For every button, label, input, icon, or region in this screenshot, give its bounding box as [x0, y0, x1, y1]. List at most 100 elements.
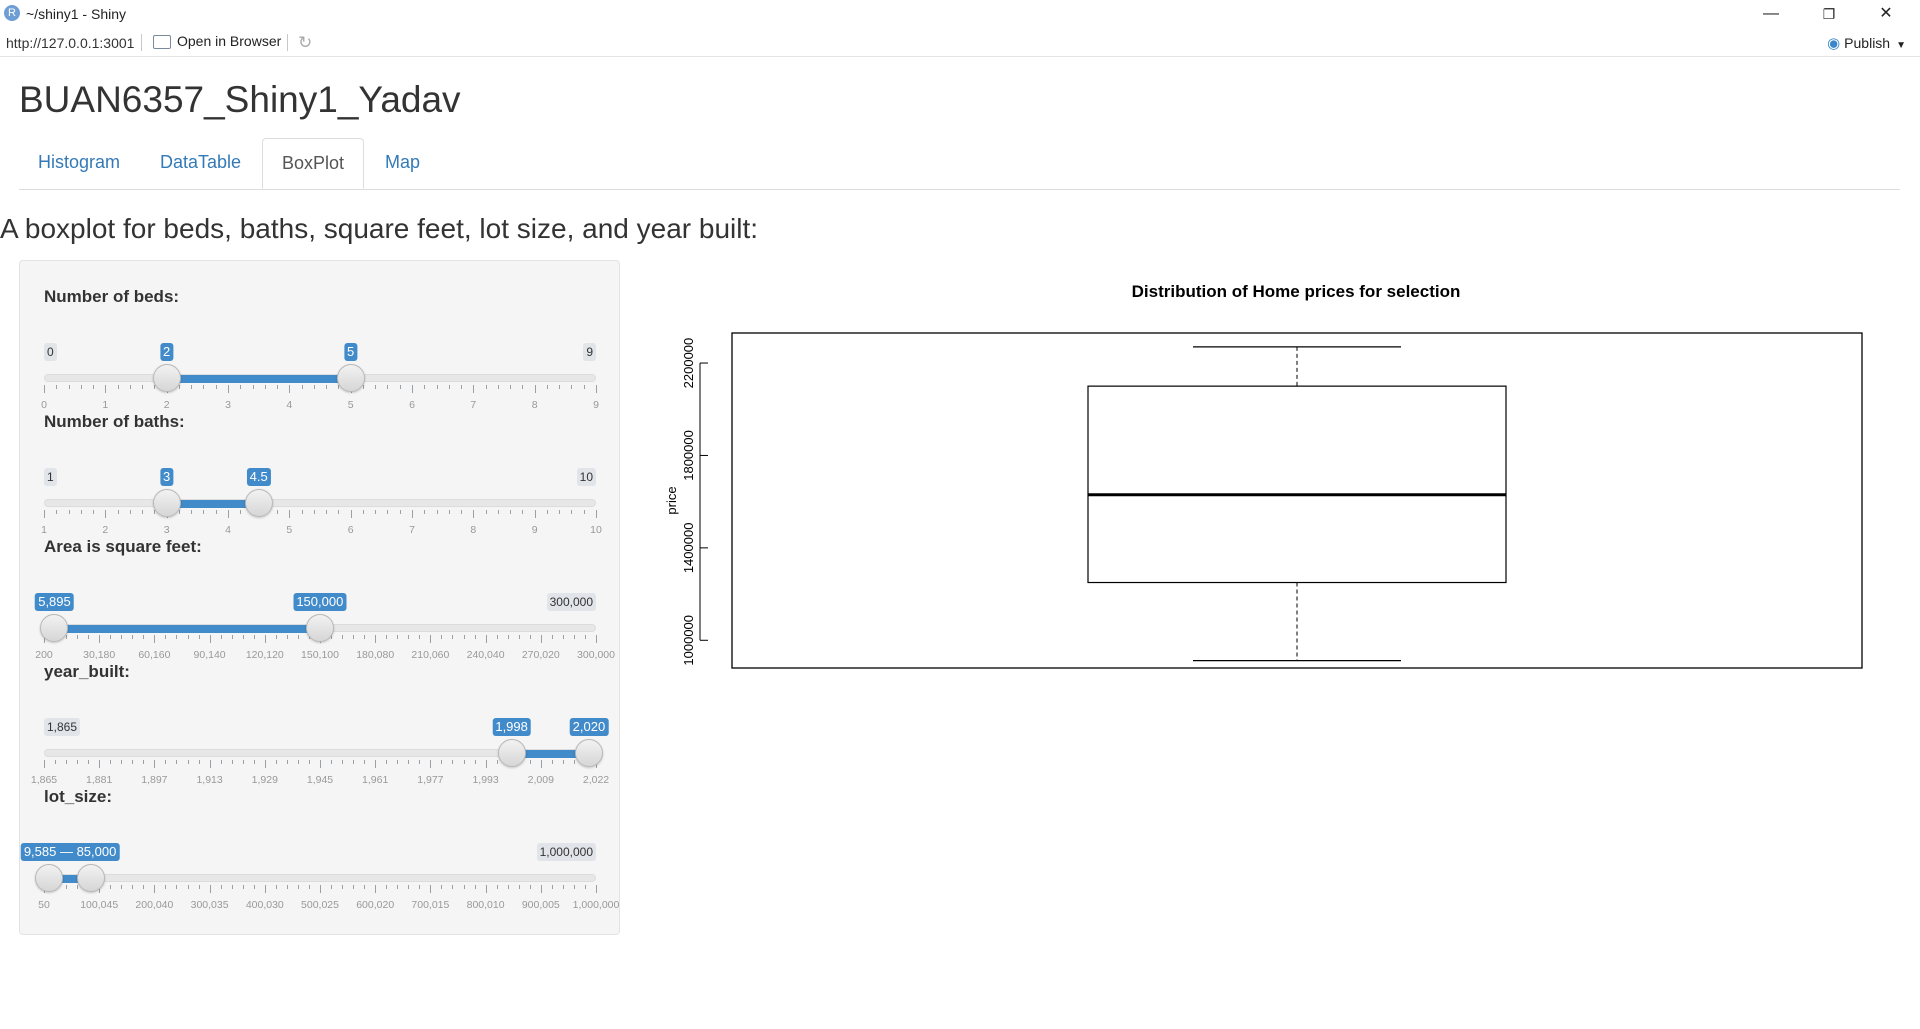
slider-minor-tick [215, 510, 217, 514]
slider-to-handle[interactable] [305, 614, 334, 642]
slider-selected-range [166, 375, 351, 383]
slider-minor-tick [187, 885, 189, 889]
slider-tick-label: 3 [163, 524, 170, 536]
section-heading: A boxplot for beds, baths, square feet, … [0, 213, 759, 244]
open-in-browser-label: Open in Browser [177, 33, 282, 49]
y-axis-label: price [664, 486, 679, 514]
slider-track[interactable] [44, 874, 596, 882]
slider-to-label: 4.5 [246, 468, 271, 486]
slider-tick [412, 385, 413, 393]
slider-tick-label: 4 [225, 524, 231, 536]
slider-tick [228, 385, 229, 393]
slider-tick-label: 900,005 [521, 899, 560, 911]
slider-tick-label: 1 [41, 524, 47, 536]
slider-minor-tick [497, 510, 499, 514]
slider-minor-tick [240, 510, 242, 514]
slider-from-handle[interactable] [35, 864, 64, 892]
slider-minor-tick [452, 885, 454, 889]
slider-tick-label: 90,140 [193, 649, 226, 661]
slider-tick-label: 2,009 [527, 774, 554, 786]
slider-minor-tick [529, 635, 531, 639]
slider-minor-tick [474, 760, 476, 764]
slider-minor-tick [507, 635, 509, 639]
minimize-button[interactable]: — [1748, 0, 1794, 28]
publish-button[interactable]: ◉ Publish ▼ [1827, 34, 1906, 52]
slider-lot-size: lot_size: 50 100,045 200,040 300,035 400,030 5… [20, 787, 619, 911]
slider-from-handle[interactable] [152, 364, 181, 392]
slider-minor-tick [485, 510, 487, 514]
slider-minor-tick [573, 760, 575, 764]
slider-tick-label: 9 [593, 399, 599, 411]
restore-button[interactable]: ❐ [1806, 0, 1852, 28]
slider-minor-tick [187, 760, 189, 764]
slider-tick-label: 400,030 [245, 899, 284, 911]
slider-minor-tick [121, 760, 123, 764]
slider-tick [209, 885, 211, 893]
slider-minor-tick [338, 510, 340, 514]
slider-minor-tick [562, 760, 564, 764]
tab-histogram[interactable]: Histogram [19, 138, 139, 188]
slider-tick-label: 300,035 [190, 899, 229, 911]
slider-tick-label: 5 [286, 524, 293, 536]
slider-minor-tick [142, 510, 144, 514]
slider-minor-tick [121, 885, 123, 889]
slider-minor-tick [220, 760, 222, 764]
tab-map[interactable]: Map [366, 138, 439, 188]
slider-minor-tick [362, 385, 364, 389]
slider-minor-tick [510, 510, 512, 514]
slider-minor-tick [441, 635, 443, 639]
open-in-browser-button[interactable]: Open in Browser [153, 33, 281, 53]
slider-from-handle[interactable] [152, 489, 181, 517]
slider-minor-tick [240, 385, 242, 389]
chevron-down-icon: ▼ [1896, 40, 1906, 51]
slider-tick-label: 1,865 [30, 774, 58, 786]
slider-from-handle[interactable] [497, 739, 526, 767]
slider-tick [473, 510, 475, 518]
slider-minor-tick [297, 885, 299, 889]
slider-minor-tick [252, 385, 254, 389]
slider-tick-label: 4 [286, 399, 293, 411]
slider-tick-label: 10 [590, 524, 602, 536]
slider-minor-tick [461, 510, 463, 514]
slider-minor-tick [110, 760, 112, 764]
slider-minor-tick [408, 885, 410, 889]
slider-sqft: Area is square feet: 200 30,180 60,160 90,14… [35, 537, 615, 661]
slider-tick-label: 180,080 [356, 649, 395, 661]
slider-minor-tick [198, 885, 200, 889]
slider-to-handle[interactable] [244, 489, 273, 517]
slider-minor-tick [573, 885, 575, 889]
slider-minor-tick [507, 885, 509, 889]
slider-minor-tick [132, 760, 134, 764]
slider-tick [264, 885, 266, 893]
slider-tick [596, 885, 597, 893]
refresh-icon[interactable]: ↻ [298, 33, 312, 53]
slider-to-handle[interactable] [76, 864, 105, 892]
slider-minor-tick [408, 760, 410, 764]
close-button[interactable]: ✕ [1863, 0, 1909, 28]
tab-datatable[interactable]: DataTable [141, 138, 260, 188]
url-text[interactable]: http://127.0.0.1:3001 [6, 35, 134, 51]
slider-minor-tick [178, 385, 180, 389]
slider-tick-label: 1,977 [417, 774, 444, 786]
slider-minor-tick [399, 510, 401, 514]
slider-minor-tick [132, 885, 134, 889]
slider-from-handle[interactable] [40, 614, 69, 642]
slider-tick-label: 200 [35, 649, 53, 661]
slider-tick-label: 200,040 [135, 899, 174, 911]
tab-boxplot[interactable]: BoxPlot [262, 138, 365, 189]
slider-tick-label: 8 [531, 399, 538, 411]
slider-minor-tick [375, 385, 377, 389]
slider-minor-tick [364, 885, 366, 889]
slider-tick [534, 510, 536, 518]
slider-to-handle[interactable] [574, 739, 603, 767]
slider-tick [320, 885, 321, 893]
slider-minor-tick [551, 635, 553, 639]
slider-minor-tick [452, 635, 454, 639]
slider-tick-label: 1 [102, 399, 109, 411]
slider-minor-tick [448, 510, 450, 514]
slider-to-handle[interactable] [336, 364, 365, 392]
slider-minor-tick [353, 885, 355, 889]
slider-track[interactable] [44, 499, 596, 507]
slider-minor-tick [342, 885, 344, 889]
slider-minor-tick [203, 510, 205, 514]
